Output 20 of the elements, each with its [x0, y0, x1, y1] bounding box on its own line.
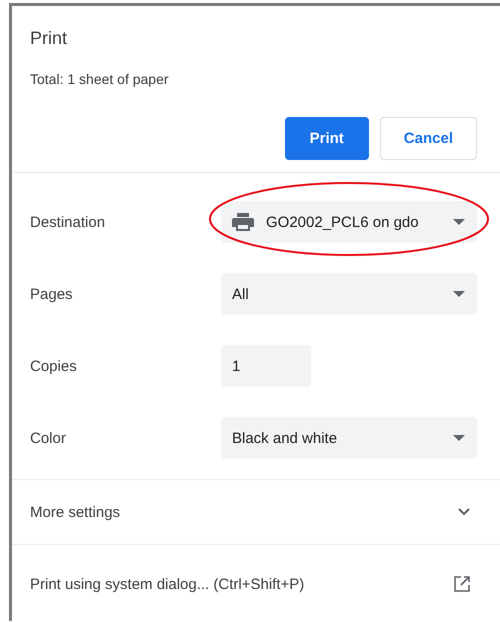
- print-button[interactable]: Print: [284, 117, 369, 160]
- setting-label: Color: [30, 430, 67, 446]
- dropdown[interactable]: Black and white: [221, 417, 477, 459]
- system-dialog-link[interactable]: Print using system dialog... (Ctrl+Shift+P): [30, 576, 304, 592]
- setting-label: Destination: [30, 214, 106, 230]
- external-link-icon[interactable]: [454, 576, 470, 592]
- dropdown-caret-icon: [453, 291, 465, 297]
- dialog-title: Print: [30, 28, 68, 49]
- setting-label: Copies: [30, 358, 78, 374]
- dropdown[interactable]: All: [221, 273, 477, 315]
- dropdown-caret-icon: [453, 219, 465, 225]
- chevron-icon[interactable]: [458, 508, 470, 516]
- printer-icon: [232, 213, 254, 231]
- sheet-total: Total: 1 sheet of paper: [30, 71, 170, 87]
- dropdown-caret-icon: [453, 435, 465, 441]
- cancel-button[interactable]: Cancel: [380, 117, 477, 160]
- copies-field[interactable]: 1: [221, 345, 311, 387]
- setting-label: Pages: [30, 286, 74, 302]
- dropdown[interactable]: GO2002_PCL6 on gdo: [221, 201, 477, 243]
- more-settings-label[interactable]: More settings: [30, 504, 120, 520]
